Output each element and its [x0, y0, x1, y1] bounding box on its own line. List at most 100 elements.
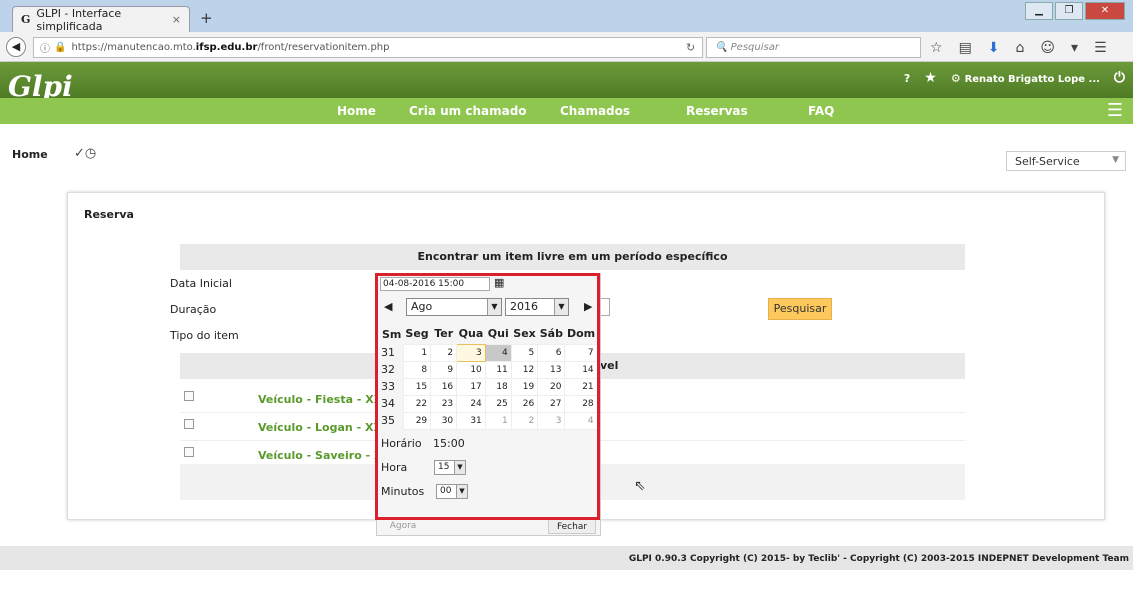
chevron-down-icon: ▼ — [456, 485, 467, 498]
calendar-day[interactable]: 20 — [537, 377, 566, 396]
url-bar[interactable]: ⓘ 🔒 https://manutencao.mto. ifsp.edu.br/f… — [33, 37, 703, 58]
calendar-day[interactable]: 11 — [484, 360, 512, 379]
prev-month-icon[interactable]: ◀ — [384, 300, 392, 313]
calendar-day[interactable]: 30 — [430, 411, 458, 430]
vehicle-link[interactable]: Veículo - Saveiro - XX — [258, 449, 391, 462]
menu-tickets[interactable]: Chamados — [560, 104, 630, 118]
calendar-day[interactable]: 5 — [510, 343, 539, 362]
calendar-day[interactable]: 8 — [402, 360, 432, 379]
menu-create-ticket[interactable]: Cria um chamado — [409, 104, 527, 118]
week-number: 34 — [380, 395, 404, 412]
calendar-day[interactable]: 9 — [430, 360, 458, 379]
page-footer: GLPI 0.90.3 Copyright (C) 2015- by Tecli… — [0, 546, 1133, 570]
browser-tab-bar: G GLPI - Interface simplificada × + ▁ ❐ … — [0, 0, 1133, 33]
close-button[interactable]: Fechar — [548, 518, 596, 534]
calendar-day[interactable]: 14 — [564, 360, 598, 379]
calendar-day[interactable]: 28 — [564, 394, 598, 413]
calendar-day[interactable]: 29 — [402, 411, 432, 430]
breadcrumb-home[interactable]: Home — [12, 148, 48, 161]
calendar-day-other-month[interactable]: 3 — [537, 411, 566, 430]
minutes-value: 00 — [440, 486, 452, 496]
browser-nav-bar: ◀ ⓘ 🔒 https://manutencao.mto. ifsp.edu.br… — [0, 32, 1133, 62]
calendar-day-other-month[interactable]: 2 — [510, 411, 539, 430]
home-icon[interactable]: ⌂ — [1016, 40, 1025, 56]
new-tab-button[interactable]: + — [200, 9, 213, 27]
item-checkbox[interactable] — [184, 419, 194, 429]
calendar-icon[interactable]: ▦ — [494, 276, 504, 289]
calendar-day[interactable]: 22 — [402, 394, 432, 413]
back-icon[interactable]: ◀ — [6, 37, 26, 57]
calendar-day[interactable]: 16 — [430, 377, 458, 396]
calendar-day-other-month[interactable]: 1 — [484, 411, 512, 430]
calendar-day[interactable]: 24 — [456, 394, 486, 413]
reading-list-icon[interactable]: ▤ — [959, 40, 972, 56]
weekday-header: Qua — [458, 327, 484, 341]
hour-select[interactable]: 15 ▼ — [434, 460, 466, 475]
year-select[interactable]: 2016 ▼ — [505, 298, 569, 316]
calendar-day[interactable]: 1 — [402, 343, 432, 362]
calendar-day[interactable]: 6 — [537, 343, 566, 362]
menu-faq[interactable]: FAQ — [808, 104, 834, 118]
calendar-day[interactable]: 2 — [430, 343, 458, 362]
calendar-day[interactable]: 13 — [537, 360, 566, 379]
lock-icon: 🔒 — [54, 42, 67, 53]
url-path: /front/reservationitem.php — [257, 42, 390, 53]
month-value: Ago — [411, 300, 433, 313]
start-date-input[interactable]: 04-08-2016 15:00 — [380, 277, 490, 291]
calendar-day[interactable]: 26 — [510, 394, 539, 413]
minutes-select[interactable]: 00 ▼ — [436, 484, 468, 499]
month-select[interactable]: Ago ▼ — [406, 298, 502, 316]
bookmark-star-icon[interactable]: ☆ — [930, 40, 943, 56]
hamburger-menu-icon[interactable]: ☰ — [1107, 100, 1123, 121]
calendar-day-selected[interactable]: 4 — [484, 343, 512, 362]
minimize-button[interactable]: ▁ — [1025, 2, 1053, 20]
calendar-day[interactable]: 10 — [456, 360, 486, 379]
duration-select-edge[interactable] — [600, 298, 610, 316]
calendar-day[interactable]: 12 — [510, 360, 539, 379]
logout-icon[interactable]: ⏻ — [1114, 70, 1125, 86]
search-button[interactable]: Pesquisar — [768, 298, 832, 320]
calendar-day[interactable]: 31 — [456, 411, 486, 430]
browser-search-input[interactable]: 🔍 Pesquisar — [706, 37, 921, 58]
vehicle-link[interactable]: Veículo - Logan - XXX- — [258, 421, 394, 434]
mouse-cursor-icon: ⇖ — [634, 478, 646, 494]
calendar-day[interactable]: 27 — [537, 394, 566, 413]
user-menu[interactable]: ⚙ Renato Brigatto Lope ... — [951, 72, 1100, 85]
menu-home[interactable]: Home — [337, 104, 376, 118]
weekday-header: Sex — [513, 327, 536, 341]
reservation-check-icon[interactable]: ✓◷ — [74, 146, 96, 161]
calendar-day[interactable]: 19 — [510, 377, 539, 396]
window-close-button[interactable]: ✕ — [1085, 2, 1125, 20]
calendar-day-today[interactable]: 3 — [456, 343, 486, 362]
tab-close-icon[interactable]: × — [172, 13, 181, 26]
chat-icon[interactable]: ☺ — [1040, 40, 1055, 56]
now-button[interactable]: Agora — [378, 518, 428, 534]
reload-icon[interactable]: ↻ — [686, 41, 695, 54]
favorites-star-icon[interactable]: ★ — [924, 70, 937, 86]
help-icon[interactable]: ? — [904, 72, 910, 85]
weekday-header: Dom — [566, 327, 596, 341]
browser-menu-icon[interactable]: ☰ — [1094, 40, 1107, 56]
browser-tab[interactable]: G GLPI - Interface simplificada × — [12, 6, 190, 33]
calendar-day[interactable]: 18 — [484, 377, 512, 396]
restore-button[interactable]: ❐ — [1055, 2, 1083, 20]
profile-select[interactable]: Self-Service ▼ — [1006, 151, 1126, 171]
menu-reservations[interactable]: Reservas — [686, 104, 748, 118]
item-checkbox[interactable] — [184, 447, 194, 457]
next-month-icon[interactable]: ▶ — [584, 300, 592, 313]
download-icon[interactable]: ⬇ — [988, 40, 1000, 56]
calendar-day[interactable]: 23 — [430, 394, 458, 413]
calendar-day[interactable]: 7 — [564, 343, 598, 362]
tab-title: GLPI - Interface simplificada — [36, 6, 122, 33]
pocket-icon[interactable]: ▾ — [1071, 40, 1078, 56]
minutes-label: Minutos — [381, 485, 425, 498]
calendar-day-other-month[interactable]: 4 — [564, 411, 598, 430]
browser-toolbar: ☆ ▤ ⬇ ⌂ ☺ ▾ ☰ — [930, 40, 1107, 56]
calendar-day[interactable]: 21 — [564, 377, 598, 396]
vehicle-link[interactable]: Veículo - Fiesta - XXX- — [258, 393, 394, 406]
item-checkbox[interactable] — [184, 391, 194, 401]
calendar-day[interactable]: 15 — [402, 377, 432, 396]
weekday-header: Ter — [434, 327, 454, 341]
calendar-day[interactable]: 25 — [484, 394, 512, 413]
calendar-day[interactable]: 17 — [456, 377, 486, 396]
